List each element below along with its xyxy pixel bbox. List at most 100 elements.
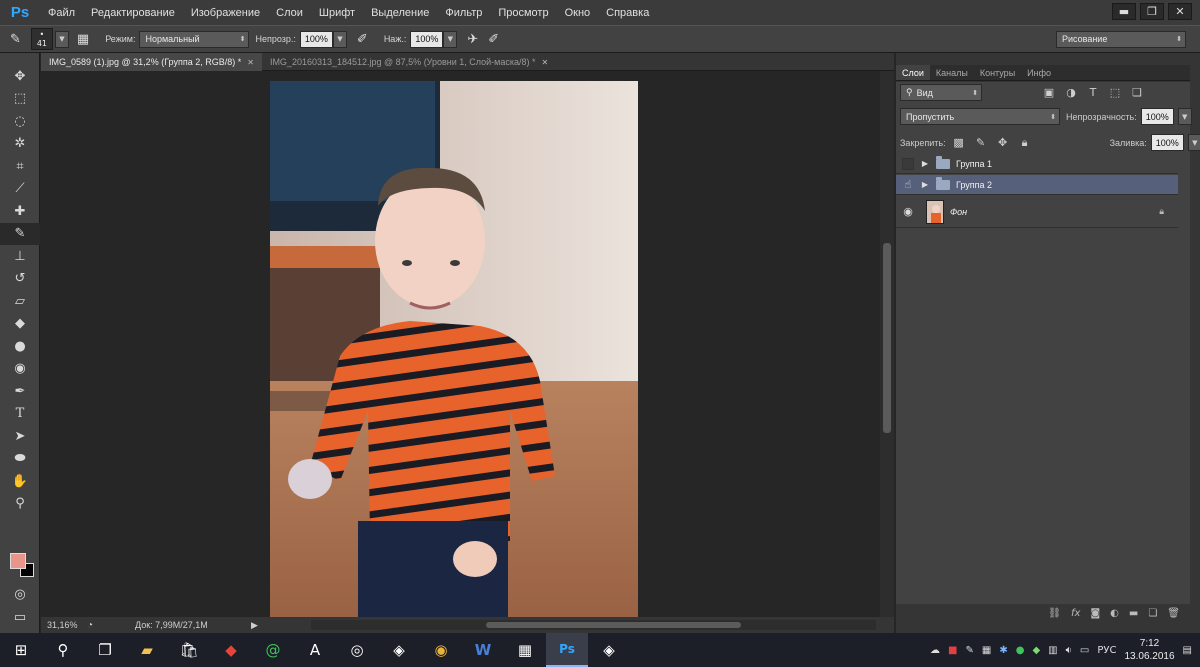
pressure-opacity-icon[interactable]: ✐ xyxy=(357,32,368,47)
app-misc-icon[interactable]: ◈ xyxy=(588,633,630,667)
menu-edit[interactable]: Редактирование xyxy=(83,7,183,19)
bluetooth-icon[interactable]: ✱ xyxy=(999,645,1007,656)
layer-blend-mode-select[interactable]: Пропустить ⬍ xyxy=(900,108,1060,125)
antivirus-icon[interactable]: ■ xyxy=(948,645,957,656)
new-layer-icon[interactable]: ❏ xyxy=(1148,608,1157,619)
visibility-toggle[interactable] xyxy=(902,157,914,170)
tray-app-icon[interactable]: ▦ xyxy=(982,645,991,656)
clone-stamp-tool-icon[interactable]: ⊥ xyxy=(0,245,40,268)
layer-name[interactable]: Фон xyxy=(950,207,967,217)
lock-transparency-icon[interactable]: ▩ xyxy=(950,136,968,149)
history-brush-tool-icon[interactable]: ↺ xyxy=(0,268,40,291)
foreground-color-swatch[interactable] xyxy=(10,553,26,569)
brush-panel-icon[interactable]: ▦ xyxy=(77,32,89,47)
crop-tool-icon[interactable]: ⌗ xyxy=(0,155,40,178)
app-a-icon[interactable]: A xyxy=(294,633,336,667)
eyedropper-tool-icon[interactable]: ⟋ xyxy=(0,178,40,201)
search-icon[interactable]: ⚲ xyxy=(42,633,84,667)
battery-icon[interactable]: ▭ xyxy=(1080,645,1089,656)
menu-type[interactable]: Шрифт xyxy=(311,7,363,19)
eye-icon[interactable]: ◉ xyxy=(896,205,920,218)
adjustment-layer-icon[interactable]: ◐ xyxy=(1110,608,1119,619)
photoshop-taskbar-icon[interactable]: Ps xyxy=(546,633,588,667)
ellipse-tool-icon[interactable]: ⬬ xyxy=(0,448,40,471)
file-explorer-icon[interactable]: ▰ xyxy=(126,633,168,667)
volume-icon[interactable]: 🔉︎ xyxy=(1066,645,1072,656)
pen-tool-icon[interactable]: ✒ xyxy=(0,380,40,403)
network-icon[interactable]: ▥ xyxy=(1048,645,1057,656)
filter-pixel-icon[interactable]: ▣ xyxy=(1040,86,1058,99)
link-layers-icon[interactable]: ⛓ xyxy=(1048,608,1061,619)
opacity-input[interactable]: 100% xyxy=(299,30,333,48)
status-icon[interactable]: ◔ xyxy=(87,620,93,631)
zoom-tool-icon[interactable]: ⚲ xyxy=(0,493,40,516)
layer-opacity-input[interactable]: 100% xyxy=(1140,108,1174,125)
marquee-tool-icon[interactable]: ⬚ xyxy=(0,88,40,111)
layer-opacity-dropdown[interactable]: ▼ xyxy=(1177,108,1192,125)
opacity-dropdown[interactable]: ▼ xyxy=(332,30,347,48)
flow-dropdown[interactable]: ▼ xyxy=(443,30,458,48)
layer-name[interactable]: Группа 2 xyxy=(956,180,992,190)
horizontal-scroll-thumb[interactable] xyxy=(486,622,741,628)
pointer-cursor-icon[interactable]: ☝ xyxy=(896,178,920,191)
app-red-icon[interactable]: ◆ xyxy=(210,633,252,667)
tab-channels[interactable]: Каналы xyxy=(930,68,974,80)
delete-layer-icon[interactable]: 🗑︎ xyxy=(1167,608,1180,619)
horizontal-scrollbar[interactable] xyxy=(311,620,876,630)
notifications-icon[interactable]: ▤ xyxy=(1183,645,1192,656)
filter-type-icon[interactable]: T xyxy=(1084,86,1102,99)
menu-view[interactable]: Просмотр xyxy=(490,7,556,19)
filter-shape-icon[interactable]: ⬚ xyxy=(1106,86,1124,99)
eraser-tool-icon[interactable]: ▱ xyxy=(0,290,40,313)
menu-filter[interactable]: Фильтр xyxy=(437,7,490,19)
layer-row[interactable]: ▶ Группа 1 xyxy=(896,154,1178,174)
fill-dropdown[interactable]: ▼ xyxy=(1187,134,1200,151)
fill-input[interactable]: 100% xyxy=(1150,134,1184,151)
app-globe-icon[interactable]: ◎ xyxy=(336,633,378,667)
clock[interactable]: 7:12 13.06.2016 xyxy=(1124,637,1174,663)
move-tool-icon[interactable]: ✥ xyxy=(0,65,40,88)
tab-layers[interactable]: Слои xyxy=(896,65,930,80)
path-selection-tool-icon[interactable]: ➤ xyxy=(0,425,40,448)
menu-file[interactable]: Файл xyxy=(40,7,83,19)
fx-icon[interactable]: fx xyxy=(1071,608,1080,619)
lock-position-icon[interactable]: ✥ xyxy=(994,136,1012,149)
document-tab-1[interactable]: IMG_0589 (1).jpg @ 31,2% (Группа 2, RGB/… xyxy=(41,53,262,71)
lock-all-icon[interactable]: 🔒︎ xyxy=(1016,136,1034,150)
menu-select[interactable]: Выделение xyxy=(363,7,437,19)
type-tool-icon[interactable]: T xyxy=(0,403,40,426)
store-icon[interactable]: 🛍︎ xyxy=(168,633,210,667)
workspace-select[interactable]: Рисование ⬍ xyxy=(1056,30,1186,48)
layer-row[interactable]: ◉ Фон 🔒︎ xyxy=(896,196,1178,228)
magic-wand-tool-icon[interactable]: ✲ xyxy=(0,133,40,156)
document-image[interactable] xyxy=(270,81,638,617)
green-app-icon[interactable]: ● xyxy=(1016,645,1025,656)
menu-image[interactable]: Изображение xyxy=(183,7,268,19)
word-icon[interactable]: W xyxy=(462,633,504,667)
minimize-button[interactable]: ▬ xyxy=(1112,3,1136,20)
document-tab-2[interactable]: IMG_20160313_184512.jpg @ 87,5% (Уровни … xyxy=(262,53,556,71)
tab-paths[interactable]: Контуры xyxy=(974,68,1021,80)
new-group-icon[interactable]: ▬ xyxy=(1129,608,1138,619)
close-icon[interactable]: ✕ xyxy=(542,58,549,67)
filter-adjustment-icon[interactable]: ◑ xyxy=(1062,86,1080,99)
status-menu-arrow-icon[interactable]: ▶ xyxy=(251,620,258,631)
calculator-icon[interactable]: ▦ xyxy=(504,633,546,667)
lasso-tool-icon[interactable]: ◌ xyxy=(0,110,40,133)
close-icon[interactable]: ✕ xyxy=(247,58,254,67)
expand-arrow-icon[interactable]: ▶ xyxy=(920,180,930,189)
close-button[interactable]: ✕ xyxy=(1168,3,1192,20)
app-tool-icon[interactable]: ◈ xyxy=(378,633,420,667)
tab-info[interactable]: Инфо xyxy=(1021,68,1057,80)
brush-tool-icon[interactable]: ✎ xyxy=(10,32,21,47)
paint-bucket-tool-icon[interactable]: ◆ xyxy=(0,313,40,336)
flow-input[interactable]: 100% xyxy=(410,30,444,48)
pressure-size-icon[interactable]: ✐ xyxy=(488,32,499,47)
layer-row[interactable]: ☝ ▶ Группа 2 xyxy=(896,175,1178,195)
cloud-icon[interactable]: ☁ xyxy=(930,645,940,656)
menu-window[interactable]: Окно xyxy=(557,7,599,19)
dodge-tool-icon[interactable]: ◉ xyxy=(0,358,40,381)
menu-help[interactable]: Справка xyxy=(598,7,657,19)
restore-button[interactable]: ❐ xyxy=(1140,3,1164,20)
blend-mode-select[interactable]: Нормальный ⬍ xyxy=(139,30,250,48)
